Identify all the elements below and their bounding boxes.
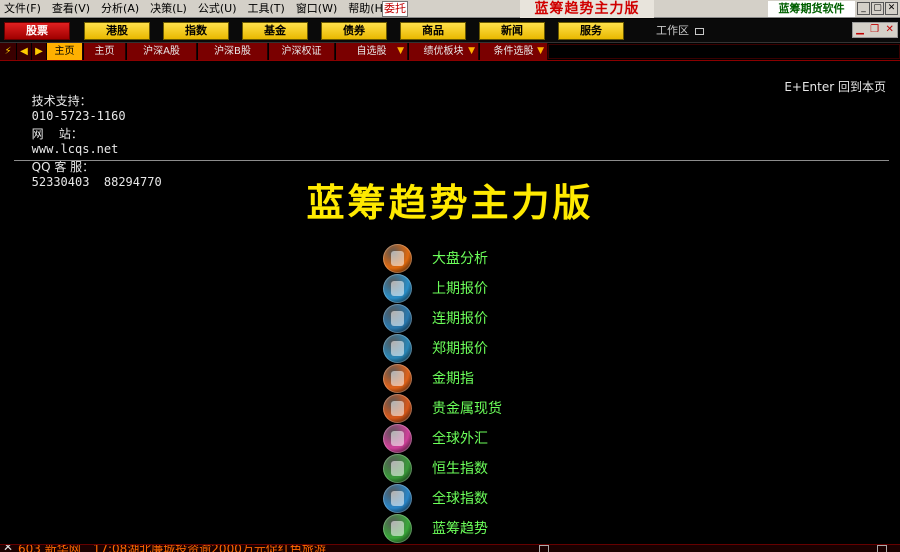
dropdown-arrow-icon[interactable]: ▼ [397,43,404,60]
ticker-text[interactable]: 603 新华网 17:08湖北廉城投资逾2000万元促红色旅游 [18,545,326,552]
tab-watchlist-label: 自选股 [356,46,387,57]
website-label: 网 站： [31,127,83,141]
tab-stock-screener-label: 条件选股 [493,46,534,57]
function-label[interactable]: 全球外汇 [432,428,488,448]
category-stock[interactable]: 股票 [4,22,70,40]
ticker-box-icon[interactable] [877,545,887,552]
close-button[interactable]: ✕ [885,2,898,15]
function-item[interactable]: 全球指数 [383,483,563,513]
inner-minimize-icon[interactable]: ▁ [856,24,864,36]
envelope-icon [695,27,704,35]
market-analysis-icon[interactable] [383,243,412,273]
tab-shsz-b[interactable]: 沪深B股 [198,43,268,60]
back-hint: E+Enter 回到本页 [784,80,886,94]
ticker-close-icon[interactable]: ✕ [3,545,13,552]
entrust-button[interactable]: 委托 [382,1,408,17]
tab-top-sectors[interactable]: 绩优板块 ▼ [409,43,479,60]
function-item[interactable]: 上期报价 [383,273,563,303]
main-title: 蓝筹趋势主力版 [306,181,594,225]
category-index[interactable]: 指数 [163,22,229,40]
category-news[interactable]: 新闻 [479,22,545,40]
tab-shsz-warrant[interactable]: 沪深权证 [269,43,335,60]
dropdown-arrow-icon[interactable]: ▼ [537,43,544,60]
function-label[interactable]: 连期报价 [432,308,488,328]
hang-seng-icon[interactable] [383,453,412,483]
function-label[interactable]: 郑期报价 [432,338,488,358]
menu-formula[interactable]: 公式(U) [194,0,244,18]
menu-file[interactable]: 文件(F) [0,0,48,18]
support-label: 技术支持： [31,94,92,108]
category-commodity[interactable]: 商品 [400,22,466,40]
tab-scroll-right-icon[interactable]: ▶ [32,43,46,60]
function-label[interactable]: 蓝筹趋势 [432,518,488,538]
function-label[interactable]: 金期指 [432,368,474,388]
dalian-quote-icon[interactable] [383,303,412,333]
tab-scroll-left-icon[interactable]: ◀ [17,43,31,60]
function-item[interactable]: 郑期报价 [383,333,563,363]
inner-close-icon[interactable]: ✕ [885,24,893,36]
precious-metal-icon[interactable] [383,393,412,423]
workspace-label: 工作区 [656,24,689,37]
function-menu: 大盘分析上期报价连期报价郑期报价金期指贵金属现货全球外汇恒生指数全球指数蓝筹趋势 [383,243,563,543]
tab-watchlist[interactable]: 自选股 ▼ [336,43,408,60]
function-item[interactable]: 全球外汇 [383,423,563,453]
menu-view[interactable]: 查看(V) [48,0,97,18]
function-label[interactable]: 贵金属现货 [432,398,502,418]
tab-stock-screener[interactable]: 条件选股 ▼ [480,43,548,60]
category-service[interactable]: 服务 [558,22,624,40]
app-brand-title: 蓝筹趋势主力版 [520,0,654,18]
function-item[interactable]: 蓝筹趋势 [383,513,563,543]
divider [14,160,889,161]
menu-analysis[interactable]: 分析(A) [97,0,146,18]
category-bond[interactable]: 债券 [321,22,387,40]
function-item[interactable]: 金期指 [383,363,563,393]
menu-decision[interactable]: 决策(L) [146,0,194,18]
monitor-icon[interactable] [383,273,412,303]
gold-index-icon[interactable] [383,363,412,393]
blue-chip-trend-icon[interactable] [383,513,412,543]
function-item[interactable]: 大盘分析 [383,243,563,273]
lightning-icon[interactable]: ⚡ [0,43,16,60]
news-ticker: ✕ 603 新华网 17:08湖北廉城投资逾2000万元促红色旅游 [0,544,900,552]
tab-bar: ⚡ ◀ ▶ 主页 主页 沪深A股 沪深B股 沪深权证 自选股 ▼ 绩优板块 ▼ 条件… [0,43,900,61]
function-label[interactable]: 全球指数 [432,488,488,508]
tab-shsz-a[interactable]: 沪深A股 [127,43,197,60]
restore-button[interactable]: ▢ [871,2,884,15]
function-label[interactable]: 恒生指数 [432,458,488,478]
function-item[interactable]: 恒生指数 [383,453,563,483]
inner-restore-icon[interactable]: ❐ [870,24,879,36]
menu-window[interactable]: 窗口(W) [292,0,344,18]
workspace-button[interactable]: 工作区 [656,22,704,40]
category-bar: 股票 港股 指数 基金 债券 商品 新闻 服务 工作区 [0,19,900,43]
minimize-button[interactable]: _ [857,2,870,15]
zhengzhou-quote-icon[interactable] [383,333,412,363]
menu-tools[interactable]: 工具(T) [244,0,292,18]
forex-icon[interactable] [383,423,412,453]
dropdown-arrow-icon[interactable]: ▼ [468,43,475,60]
function-item[interactable]: 贵金属现货 [383,393,563,423]
ticker-box-icon[interactable] [539,545,549,552]
tab-home-active[interactable]: 主页 [47,43,83,60]
inner-window-controls: ▁ ❐ ✕ [852,22,898,38]
function-item[interactable]: 连期报价 [383,303,563,333]
category-hk-stock[interactable]: 港股 [84,22,150,40]
company-name: 蓝筹期货软件 [768,1,855,17]
global-index-icon[interactable] [383,483,412,513]
tab-top-sectors-label: 绩优板块 [423,46,464,57]
tab-home[interactable]: 主页 [84,43,126,60]
tab-bar-empty-area [548,44,900,59]
function-label[interactable]: 上期报价 [432,278,488,298]
category-fund[interactable]: 基金 [242,22,308,40]
function-label[interactable]: 大盘分析 [432,248,488,268]
menu-bar: 文件(F) 查看(V) 分析(A) 决策(L) 公式(U) 工具(T) 窗口(W… [0,0,900,18]
